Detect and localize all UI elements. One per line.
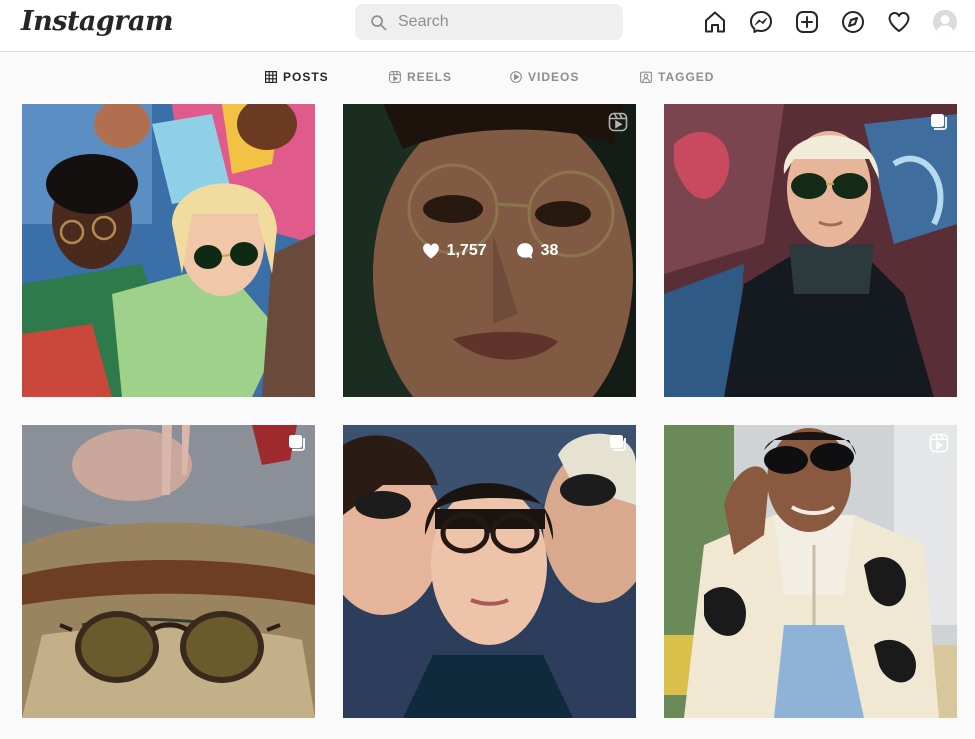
messenger-button[interactable] — [748, 10, 774, 34]
messenger-icon — [750, 11, 772, 33]
tab-tagged[interactable]: TAGGED — [640, 70, 714, 84]
new-post-button[interactable] — [794, 10, 820, 34]
search-box[interactable] — [355, 4, 623, 40]
post-image — [22, 104, 315, 397]
tab-reels-label: REELS — [407, 70, 453, 84]
new-post-icon — [796, 11, 818, 33]
tab-videos[interactable]: VIDEOS — [510, 70, 579, 84]
home-icon — [705, 11, 725, 33]
comments-count: 38 — [540, 241, 559, 259]
instagram-logo[interactable]: Instagram — [21, 6, 174, 37]
post-image — [22, 425, 315, 718]
home-button[interactable] — [702, 10, 728, 34]
tab-reels[interactable]: REELS — [389, 70, 452, 84]
tab-tagged-label: TAGGED — [658, 70, 715, 84]
explore-icon — [842, 11, 864, 33]
post-hover-overlay: 1,757 38 — [343, 104, 636, 397]
video-icon — [510, 71, 522, 83]
profile-avatar[interactable] — [933, 10, 957, 34]
activity-button[interactable] — [886, 10, 912, 34]
search-icon — [371, 15, 387, 31]
reels-icon — [929, 433, 949, 453]
profile-tabs: POSTS REELS VIDEOS TAGGED — [0, 60, 975, 96]
post-tile-6[interactable] — [664, 425, 957, 718]
avatar-placeholder-icon — [933, 10, 957, 34]
post-tile-4[interactable] — [22, 425, 315, 718]
search-input[interactable] — [398, 4, 613, 40]
carousel-icon — [931, 114, 947, 130]
post-tile-3[interactable] — [664, 104, 957, 397]
post-tile-5[interactable] — [343, 425, 636, 718]
tab-posts-label: POSTS — [283, 70, 329, 84]
post-tile-1[interactable] — [22, 104, 315, 397]
explore-button[interactable] — [840, 10, 866, 34]
carousel-icon — [610, 435, 626, 451]
comment-icon — [516, 242, 533, 259]
likes-count: 1,757 — [446, 241, 487, 259]
post-image — [343, 425, 636, 718]
grid-icon — [265, 71, 277, 83]
tab-videos-label: VIDEOS — [528, 70, 580, 84]
activity-heart-icon — [888, 12, 910, 32]
reels-icon — [389, 71, 401, 83]
heart-icon — [422, 243, 439, 258]
post-image — [664, 425, 957, 718]
post-image — [664, 104, 957, 397]
comments-stat: 38 — [515, 241, 559, 261]
top-bar: Instagram — [0, 0, 975, 52]
tagged-icon — [640, 71, 652, 83]
likes-stat: 1,757 — [421, 241, 487, 261]
post-tile-2[interactable]: 1,757 38 — [343, 104, 636, 397]
tab-posts[interactable]: POSTS — [265, 70, 329, 84]
carousel-icon — [289, 435, 305, 451]
